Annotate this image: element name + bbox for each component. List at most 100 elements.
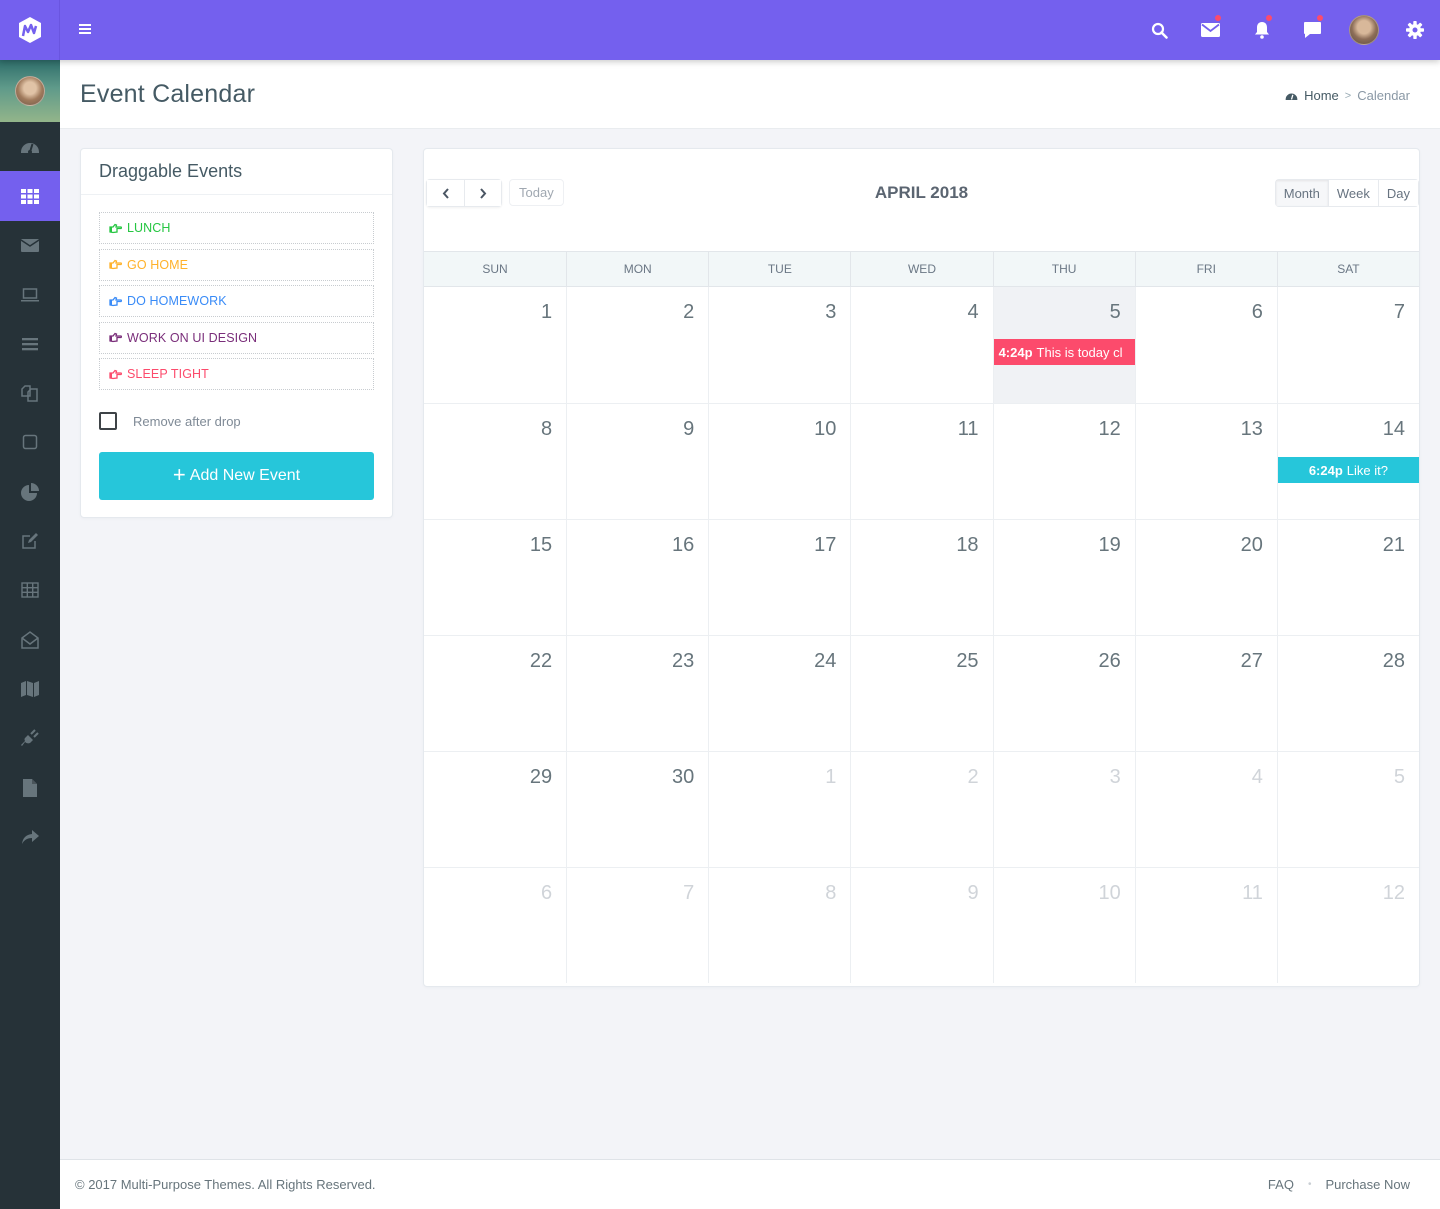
calendar-day[interactable]: 12	[1276, 867, 1419, 983]
calendar-day[interactable]: 2	[850, 751, 993, 867]
notifications-button[interactable]	[1236, 0, 1287, 60]
draggable-event-item[interactable]: SLEEP TIGHT	[99, 358, 374, 390]
day-number: 7	[1393, 301, 1405, 323]
sidebar-item-widgets[interactable]	[0, 418, 60, 467]
event-title: Like it?	[1346, 462, 1388, 478]
breadcrumb-home-link[interactable]: Home	[1304, 88, 1339, 103]
calendar-day[interactable]: 17	[708, 519, 851, 635]
calendar-day[interactable]: 30	[566, 751, 709, 867]
calendar-day[interactable]: 22	[424, 635, 567, 751]
calendar-day[interactable]: 26	[992, 635, 1135, 751]
calendar-day[interactable]: 6	[1134, 287, 1277, 403]
calendar-day[interactable]: 14 6:24p Like it?	[1276, 403, 1419, 519]
purchase-now-link[interactable]: Purchase Now	[1325, 1177, 1410, 1192]
settings-button[interactable]	[1389, 0, 1440, 60]
calendar-day[interactable]: 16	[566, 519, 709, 635]
next-month-button[interactable]	[464, 180, 501, 206]
calendar-day[interactable]: 19	[992, 519, 1135, 635]
calendar-day[interactable]: 4	[1134, 751, 1277, 867]
calendar-title: APRIL 2018	[874, 183, 969, 202]
calendar-day[interactable]: 11	[850, 403, 993, 519]
page-header: Event Calendar Home > Calendar	[60, 60, 1440, 129]
day-number: 6	[541, 882, 553, 904]
sidebar-item-plugins[interactable]	[0, 714, 60, 763]
view-week-button[interactable]: Week	[1327, 180, 1378, 206]
calendar-day[interactable]: 10	[992, 867, 1135, 983]
calendar-day[interactable]: 29	[424, 751, 567, 867]
remove-after-drop-checkbox[interactable]	[99, 412, 117, 430]
day-number: 7	[683, 882, 695, 904]
calendar-day[interactable]: 18	[850, 519, 993, 635]
calendar-day[interactable]: 12	[992, 403, 1135, 519]
faq-link[interactable]: FAQ	[1268, 1177, 1294, 1192]
sidebar-item-mail[interactable]	[0, 221, 60, 270]
calendar-day[interactable]: 6	[424, 867, 567, 983]
sidebar-item-charts[interactable]	[0, 467, 60, 516]
sidebar-item-sample-pages[interactable]	[0, 763, 60, 812]
calendar-day[interactable]: 23	[566, 635, 709, 751]
sidebar-item-apps[interactable]	[0, 171, 60, 221]
calendar-day[interactable]: 28	[1276, 635, 1419, 751]
draggable-event-item[interactable]: LUNCH	[99, 212, 374, 244]
calendar-day[interactable]: 5	[1276, 751, 1419, 867]
draggable-event-item[interactable]: GO HOME	[99, 248, 374, 281]
calendar-day[interactable]: 7	[1276, 287, 1419, 403]
copy-icon	[21, 385, 38, 402]
calendar-day[interactable]: 2	[566, 287, 708, 403]
calendar-day[interactable]: 7	[566, 867, 709, 983]
sidebar-item-laptop[interactable]	[0, 270, 60, 319]
sidebar-item-forms[interactable]	[0, 516, 60, 565]
calendar-day[interactable]: 11	[1134, 867, 1277, 983]
sidebar-item-tables[interactable]	[0, 566, 60, 615]
user-profile-button[interactable]	[1338, 0, 1389, 60]
calendar-day[interactable]: 4	[850, 287, 992, 403]
sidebar-item-dashboard[interactable]	[0, 122, 60, 171]
sidebar-item-emails[interactable]	[0, 615, 60, 664]
calendar-day[interactable]: 27	[1134, 635, 1277, 751]
day-number: 20	[1240, 534, 1263, 556]
calendar-event[interactable]: 6:24p Like it?	[1277, 457, 1419, 483]
sidebar-item-share[interactable]	[0, 812, 60, 861]
sidebar-item-maps[interactable]	[0, 664, 60, 713]
day-number: 8	[825, 882, 837, 904]
view-month-button[interactable]: Month	[1275, 180, 1328, 206]
calendar-day[interactable]: 8	[708, 867, 851, 983]
calendar-day[interactable]: 1	[708, 751, 851, 867]
draggable-event-label: WORK ON UI DESIGN	[127, 330, 258, 345]
search-button[interactable]	[1134, 0, 1185, 60]
remove-after-drop-label: Remove after drop	[133, 413, 241, 429]
calendar-day[interactable]: 9	[566, 403, 709, 519]
calendar-day[interactable]: 13	[1134, 403, 1277, 519]
prev-month-button[interactable]	[427, 180, 464, 206]
calendar-day[interactable]: 1	[424, 287, 566, 403]
messages-button[interactable]	[1185, 0, 1236, 60]
calendar-day[interactable]: 15	[424, 519, 567, 635]
day-number: 8	[541, 418, 553, 440]
add-new-event-button[interactable]: + Add New Event	[99, 452, 374, 500]
draggable-event-label: DO HOMEWORK	[127, 294, 227, 308]
calendar-day[interactable]: 9	[850, 867, 993, 983]
view-day-button[interactable]: Day	[1377, 180, 1418, 206]
calendar-day[interactable]: 3	[992, 751, 1135, 867]
weekday-header-cell: SUN	[482, 262, 508, 276]
draggable-event-item[interactable]: DO HOMEWORK	[99, 285, 374, 317]
calendar-day[interactable]: 25	[850, 635, 993, 751]
day-number: 2	[967, 766, 979, 788]
calendar-day[interactable]: 24	[708, 635, 851, 751]
sidebar-item-list[interactable]	[0, 319, 60, 368]
brand-logo[interactable]	[0, 0, 60, 60]
menu-toggle-icon[interactable]	[79, 24, 91, 36]
calendar-event[interactable]: 4:24p This is today cl	[993, 339, 1135, 365]
sidebar-item-pages[interactable]	[0, 368, 60, 417]
calendar-day[interactable]: 3	[708, 287, 850, 403]
calendar-day[interactable]: 8	[424, 403, 567, 519]
calendar-day[interactable]: 10	[708, 403, 851, 519]
calendar-day[interactable]: 21	[1276, 519, 1419, 635]
draggable-event-item[interactable]: WORK ON UI DESIGN	[99, 321, 374, 354]
calendar-day[interactable]: 20	[1134, 519, 1277, 635]
chat-icon	[1304, 22, 1321, 38]
calendar-day-today[interactable]: 5 4:24p This is today cl	[992, 287, 1135, 403]
today-button[interactable]: Today	[509, 179, 564, 206]
sidebar-user-panel[interactable]	[0, 60, 60, 122]
chat-button[interactable]	[1287, 0, 1338, 60]
